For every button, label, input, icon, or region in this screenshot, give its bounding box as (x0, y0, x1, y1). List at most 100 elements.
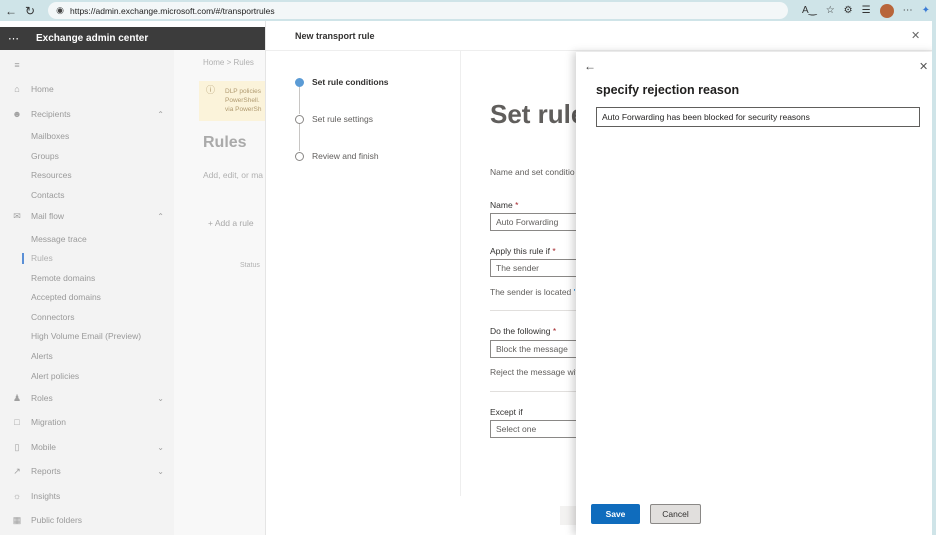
step-indicator (295, 114, 304, 124)
app-launcher-icon[interactable]: ⋯ (8, 32, 28, 45)
sidebar-item-roles[interactable]: ♟ Roles ⌄ (0, 389, 174, 407)
window-edge (932, 21, 936, 535)
page-title: Rules (203, 134, 247, 151)
sidebar-item-accepted-domains[interactable]: Accepted domains (0, 288, 174, 306)
sidebar-item-alerts[interactable]: Alerts (0, 347, 174, 365)
rejection-reason-pane: ← ✕ specify rejection reason Auto Forwar… (576, 52, 936, 535)
step-set-rule-settings[interactable]: Set rule settings (295, 114, 373, 124)
steps-divider (460, 51, 461, 496)
app-title: Exchange admin center (36, 33, 149, 44)
sidebar-item-label: Mail flow (31, 211, 65, 221)
extensions-icon[interactable]: ⚙ (844, 5, 853, 16)
sidebar-item-rules[interactable]: Rules (0, 249, 174, 267)
name-label: Name * (490, 200, 518, 210)
step-indicator (295, 77, 304, 87)
step-connector (299, 87, 300, 114)
favorite-star-icon[interactable]: ☆ (826, 5, 835, 16)
sidebar-item-remote-domains[interactable]: Remote domains (0, 269, 174, 287)
step-set-rule-conditions[interactable]: Set rule conditions (295, 77, 389, 87)
favorites-icon[interactable]: ☰ (862, 5, 871, 16)
sidebar-item-message-trace[interactable]: Message trace (0, 230, 174, 248)
chevron-up-icon: ⌃ (157, 211, 164, 221)
step-label: Review and finish (312, 151, 379, 161)
sidebar-item-reports[interactable]: ↗ Reports ⌄ (0, 462, 174, 480)
roles-icon: ♟ (12, 392, 22, 403)
name-field[interactable]: Auto Forwarding (490, 213, 580, 231)
sidebar-item-groups[interactable]: Groups (0, 147, 174, 165)
info-banner: ⓘ DLP policies PowerShell. via PowerSh (199, 81, 265, 121)
step-review-and-finish[interactable]: Review and finish (295, 151, 379, 161)
sidebar-item-contacts[interactable]: Contacts (0, 186, 174, 204)
page-subtitle: Add, edit, or ma (203, 170, 264, 180)
sidebar-item-label: Contacts (31, 190, 65, 200)
hamburger-menu[interactable]: ≡ (0, 56, 174, 74)
back-arrow-icon[interactable]: ← (3, 3, 19, 19)
sidebar-item-label: Migration (31, 417, 66, 427)
sidebar-item-label: Mailboxes (31, 131, 70, 141)
migration-icon: □ (14, 417, 20, 427)
info-icon: ⓘ (206, 85, 216, 95)
except-if-label: Except if (490, 407, 523, 417)
sidebar-item-label: Accepted domains (31, 292, 101, 302)
info-line: DLP policies (225, 88, 262, 95)
sidebar-item-label: High Volume Email (Preview) (31, 331, 142, 341)
sidebar-item-label: Connectors (31, 312, 75, 322)
form-separator (490, 310, 580, 311)
sidebar-item-public-folders[interactable]: ▦ Public folders (0, 511, 174, 529)
sidebar-item-label: Insights (31, 491, 61, 501)
panel-title: New transport rule (295, 31, 375, 41)
sidebar-item-label: Rules (31, 253, 53, 263)
save-button[interactable]: Save (591, 504, 640, 524)
form-separator (490, 391, 580, 392)
add-rule-button[interactable]: + Add a rule (208, 218, 254, 228)
home-icon: ⌂ (14, 84, 20, 94)
sidebar-item-alert-policies[interactable]: Alert policies (0, 367, 174, 385)
more-icon[interactable]: ⋯ (903, 5, 913, 16)
hamburger-icon: ≡ (14, 60, 20, 70)
profile-avatar[interactable] (879, 3, 894, 18)
apply-rule-label-text: Apply this rule if (490, 246, 550, 256)
close-icon[interactable]: ✕ (911, 29, 920, 42)
sidebar-item-label: Recipients (31, 109, 71, 119)
apply-rule-label: Apply this rule if * (490, 246, 556, 256)
sidebar-item-recipients[interactable]: ☻ Recipients ⌃ (0, 105, 174, 123)
back-arrow-icon[interactable]: ← (584, 59, 596, 73)
address-bar[interactable]: ◉ https://admin.exchange.microsoft.com/#… (48, 2, 788, 19)
sidebar-nav: ≡ ⌂ Home ☻ Recipients ⌃ Mailboxes Groups Re… (0, 50, 174, 535)
rejection-reason-input[interactable]: Auto Forwarding has been blocked for sec… (596, 107, 920, 127)
status-column-header: Status (240, 262, 260, 269)
required-mark: * (552, 246, 556, 256)
sidebar-item-label: Reports (31, 466, 61, 476)
cancel-button[interactable]: Cancel (650, 504, 701, 524)
read-aloud-icon[interactable]: A‿ (802, 5, 817, 16)
sidebar-item-mobile[interactable]: ▯ Mobile ⌄ (0, 438, 174, 456)
chevron-down-icon: ⌄ (157, 442, 164, 452)
sidebar-item-mail-flow[interactable]: ✉ Mail flow ⌃ (0, 207, 174, 225)
do-following-dropdown[interactable]: Block the message (490, 340, 580, 358)
sidebar-item-resources[interactable]: Resources (0, 166, 174, 184)
sidebar-item-mailboxes[interactable]: Mailboxes (0, 127, 174, 145)
sidebar-item-label: Home (31, 84, 54, 94)
sidebar-item-connectors[interactable]: Connectors (0, 308, 174, 326)
sidebar-item-label: Message trace (31, 234, 87, 244)
refresh-icon[interactable]: ↻ (22, 3, 38, 19)
required-mark: * (515, 200, 519, 210)
sidebar-item-insights[interactable]: ☼ Insights (0, 487, 174, 505)
panel-divider (266, 50, 936, 51)
sidebar-item-home[interactable]: ⌂ Home (0, 80, 174, 98)
apply-rule-dropdown[interactable]: The sender (490, 259, 580, 277)
close-icon[interactable]: ✕ (919, 60, 928, 73)
sidebar-item-migration[interactable]: □ Migration (0, 413, 174, 431)
chevron-down-icon: ⌄ (157, 393, 164, 403)
except-if-dropdown[interactable]: Select one (490, 420, 580, 438)
do-following-note: Reject the message wit (490, 367, 578, 377)
form-heading: Set rule (490, 99, 586, 129)
do-following-label: Do the following * (490, 326, 556, 336)
add-rule-label: Add a rule (214, 218, 254, 228)
reports-icon: ↗ (13, 465, 21, 476)
sidebar-item-high-volume-email[interactable]: High Volume Email (Preview) (0, 327, 174, 345)
sidebar-item-label: Alert policies (31, 371, 80, 381)
step-connector (299, 124, 300, 151)
step-indicator (295, 151, 304, 161)
copilot-icon[interactable]: ✦ (922, 5, 930, 16)
